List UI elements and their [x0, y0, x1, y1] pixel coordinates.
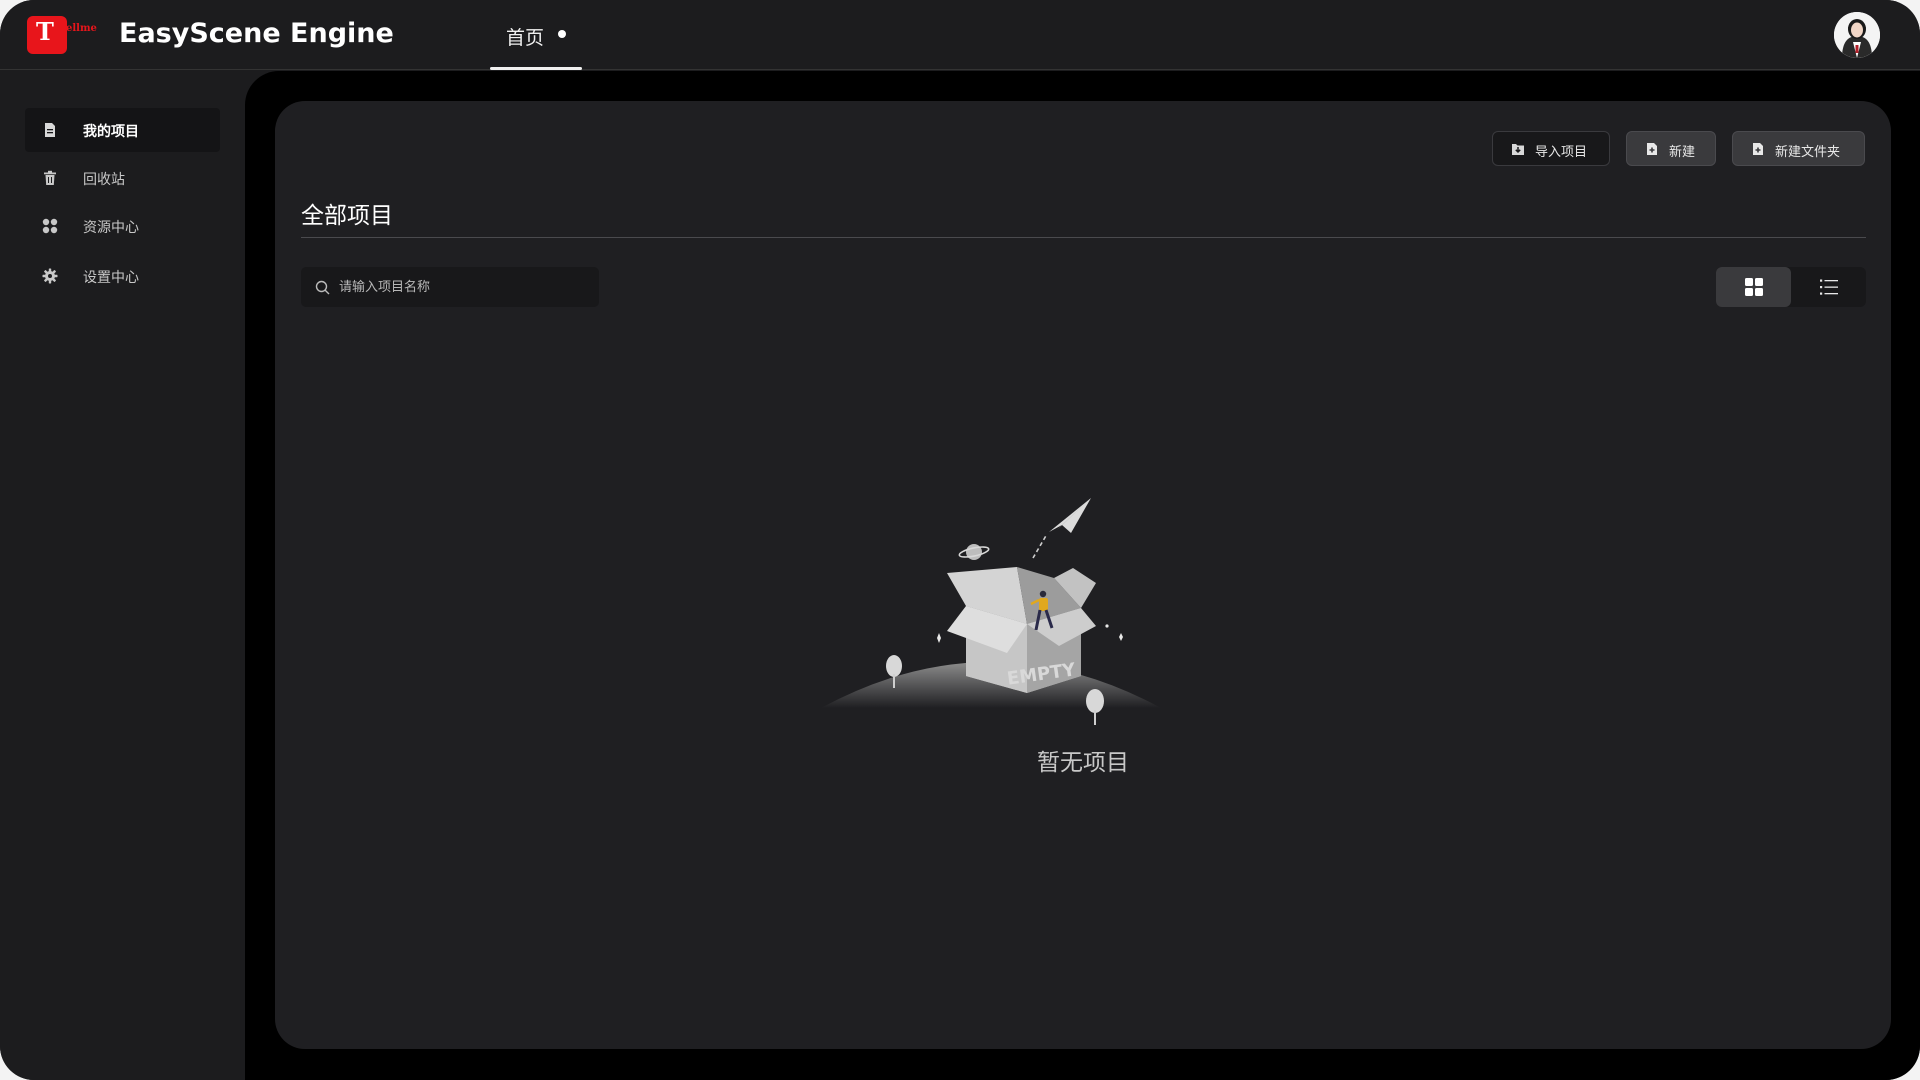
top-header: T ellme EasyScene Engine 首页	[0, 0, 1920, 70]
trash-icon	[44, 170, 56, 185]
section-divider	[301, 237, 1866, 238]
section-title: 全部项目	[301, 203, 393, 229]
app-window: T ellme EasyScene Engine 首页 我的项目 回收站 资源中…	[0, 0, 1920, 1080]
grid-view-button[interactable]	[1716, 267, 1791, 307]
grid-icon	[1745, 278, 1763, 296]
empty-box-illustration: EMPTY	[821, 498, 1161, 725]
sidebar-item-my-projects[interactable]: 我的项目	[25, 108, 220, 152]
new-file-icon	[1647, 143, 1657, 155]
new-folder-icon	[1753, 143, 1763, 155]
logo: T	[27, 16, 67, 54]
new-folder-label: 新建文件夹	[1775, 145, 1841, 160]
user-avatar[interactable]	[1834, 12, 1880, 58]
tab-home[interactable]: 首页	[490, 0, 582, 70]
tab-active-underline	[490, 67, 582, 70]
projects-panel: 导入项目 新建 新建文件夹 全部项目 请输入项目名称 EMPTY 暂无项目	[275, 101, 1891, 1049]
new-project-label: 新建	[1669, 145, 1696, 160]
sidebar: 我的项目 回收站 资源中心 设置中心	[0, 71, 245, 1080]
view-toggle	[1716, 267, 1866, 307]
list-view-button[interactable]	[1791, 267, 1866, 307]
tab-status-dot	[558, 30, 566, 38]
search-input[interactable]	[339, 267, 589, 307]
sidebar-item-label: 设置中心	[83, 270, 139, 286]
sidebar-item-settings[interactable]: 设置中心	[25, 254, 220, 298]
logo-text: ellme	[66, 23, 97, 34]
import-project-button[interactable]: 导入项目	[1492, 131, 1610, 166]
list-icon	[1820, 279, 1838, 295]
search-icon	[315, 280, 330, 295]
logo-letter: T	[36, 17, 54, 46]
app-title: EasyScene Engine	[119, 18, 394, 49]
import-icon	[1512, 144, 1524, 155]
document-icon	[45, 123, 55, 137]
sidebar-item-label: 资源中心	[83, 220, 139, 236]
gear-icon	[42, 268, 58, 284]
sidebar-item-label: 我的项目	[83, 124, 139, 140]
search-box	[301, 267, 599, 307]
import-project-label: 导入项目	[1535, 145, 1588, 160]
tab-home-label: 首页	[506, 27, 545, 49]
sidebar-item-resource-center[interactable]: 资源中心	[25, 204, 220, 248]
sidebar-item-label: 回收站	[83, 172, 125, 188]
main-frame: 导入项目 新建 新建文件夹 全部项目 请输入项目名称 EMPTY 暂无项目	[245, 71, 1920, 1080]
new-project-button[interactable]: 新建	[1626, 131, 1716, 166]
sidebar-item-recycle-bin[interactable]: 回收站	[25, 156, 220, 200]
avatar-portrait-icon	[1834, 12, 1880, 58]
apps-icon	[42, 218, 58, 234]
empty-state-text: 暂无项目	[1037, 750, 1129, 776]
new-folder-button[interactable]: 新建文件夹	[1732, 131, 1865, 166]
